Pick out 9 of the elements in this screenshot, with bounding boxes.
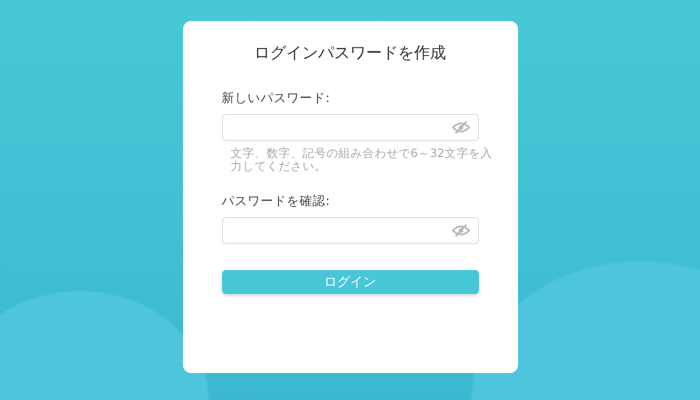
login-button[interactable]: ログイン bbox=[222, 270, 478, 294]
password-field[interactable] bbox=[222, 114, 478, 141]
password-field[interactable] bbox=[222, 217, 478, 244]
field-label: パスワードを確認: bbox=[222, 193, 331, 210]
password-hint: 文字、数字、記号の組み合わせで6～32文字を入力してください。 bbox=[230, 147, 492, 174]
field-label: 新しいパスワード: bbox=[222, 90, 331, 107]
eye-slash-icon[interactable] bbox=[452, 224, 470, 238]
eye-slash-icon[interactable] bbox=[452, 121, 470, 134]
dialog-title: ログインパスワードを作成 bbox=[253, 43, 447, 64]
